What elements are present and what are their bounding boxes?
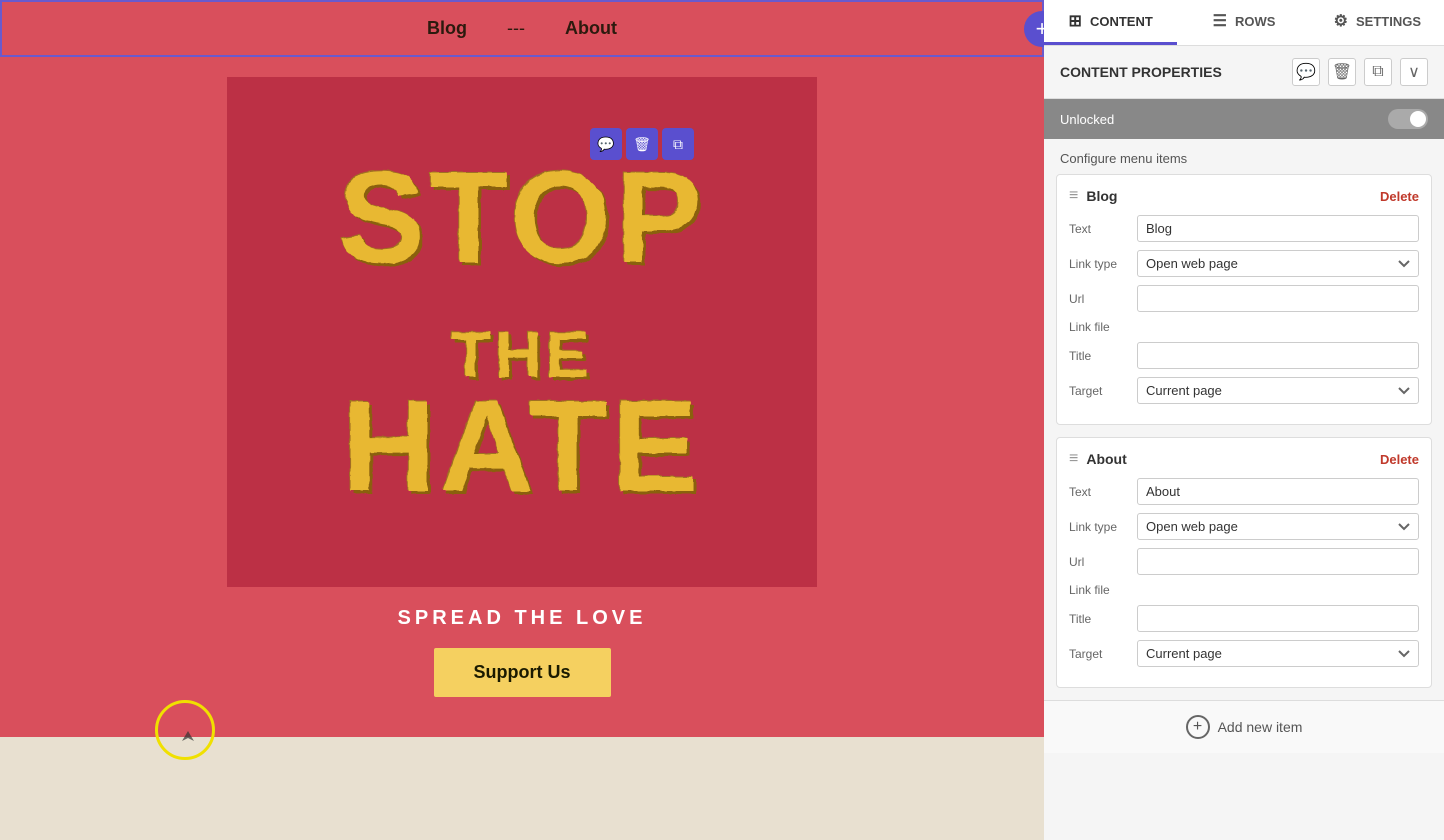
blog-target-label: Target bbox=[1069, 384, 1129, 398]
blog-title-row: Title bbox=[1069, 342, 1419, 369]
unlocked-row: Unlocked bbox=[1044, 99, 1444, 139]
nav-bar[interactable]: Blog --- About + bbox=[0, 0, 1044, 57]
cp-collapse-button[interactable]: ∨ bbox=[1400, 58, 1428, 86]
about-linktype-row: Link type Open web page Open email Open … bbox=[1069, 513, 1419, 540]
about-url-row: Url bbox=[1069, 548, 1419, 575]
spread-text: SPREAD THE LOVE bbox=[398, 607, 647, 630]
configure-label: Configure menu items bbox=[1044, 139, 1444, 174]
menu-item-about-header: ≡ About Delete bbox=[1069, 450, 1419, 468]
menu-item-blog-name: Blog bbox=[1086, 188, 1117, 204]
content-tab-icon: ⊞ bbox=[1069, 11, 1082, 31]
nav-add-button[interactable]: + bbox=[1024, 11, 1044, 47]
top-tabs: ⊞ CONTENT ☰ ROWS ⚙ SETTINGS bbox=[1044, 0, 1444, 46]
poster-stop: STOP bbox=[338, 144, 706, 290]
cp-copy-button[interactable]: ⧉ bbox=[1364, 58, 1392, 86]
nav-link-about[interactable]: About bbox=[565, 18, 617, 39]
blog-target-select[interactable]: Current page New tab bbox=[1137, 377, 1419, 404]
tab-rows[interactable]: ☰ ROWS bbox=[1177, 0, 1310, 45]
cp-comment-button[interactable]: 💬 bbox=[1292, 58, 1320, 86]
right-panel: ⊞ CONTENT ☰ ROWS ⚙ SETTINGS CONTENT PROP… bbox=[1044, 0, 1444, 840]
nav-link-blog[interactable]: Blog bbox=[427, 18, 467, 39]
blog-url-row: Url bbox=[1069, 285, 1419, 312]
drag-icon-blog[interactable]: ≡ bbox=[1069, 187, 1078, 205]
blog-target-row: Target Current page New tab bbox=[1069, 377, 1419, 404]
menu-item-about-name: About bbox=[1086, 451, 1126, 467]
unlocked-label: Unlocked bbox=[1060, 112, 1114, 127]
about-text-label: Text bbox=[1069, 485, 1129, 499]
tab-content-label: CONTENT bbox=[1090, 14, 1153, 29]
tab-rows-label: ROWS bbox=[1235, 14, 1275, 29]
main-content-section: STOP THE HATE SPREAD THE LOVE Support Us bbox=[0, 57, 1044, 737]
content-properties-title: CONTENT PROPERTIES bbox=[1060, 64, 1222, 80]
blog-title-input[interactable] bbox=[1137, 342, 1419, 369]
comment-button[interactable]: 💬 bbox=[590, 128, 622, 160]
blog-linktype-row: Link type Open web page Open email Open … bbox=[1069, 250, 1419, 277]
about-text-row: Text bbox=[1069, 478, 1419, 505]
blog-text-row: Text bbox=[1069, 215, 1419, 242]
about-title-input[interactable] bbox=[1137, 605, 1419, 632]
about-text-input[interactable] bbox=[1137, 478, 1419, 505]
copy-button[interactable]: ⧉ bbox=[662, 128, 694, 160]
nav-separator: --- bbox=[507, 18, 525, 39]
about-linktype-label: Link type bbox=[1069, 520, 1129, 534]
about-url-label: Url bbox=[1069, 555, 1129, 569]
tab-settings-label: SETTINGS bbox=[1356, 14, 1421, 29]
cp-actions: 💬 🗑 ⧉ ∨ bbox=[1292, 58, 1428, 86]
settings-tab-icon: ⚙ bbox=[1334, 11, 1348, 31]
blog-linktype-label: Link type bbox=[1069, 257, 1129, 271]
content-properties-header: CONTENT PROPERTIES 💬 🗑 ⧉ ∨ bbox=[1044, 46, 1444, 99]
add-circle-icon: + bbox=[1186, 715, 1210, 739]
blog-title-label: Title bbox=[1069, 349, 1129, 363]
panel-scroll[interactable]: ≡ Blog Delete Text Link type Open web pa… bbox=[1044, 174, 1444, 840]
poster-image: STOP THE HATE bbox=[227, 77, 817, 587]
tab-settings[interactable]: ⚙ SETTINGS bbox=[1311, 0, 1444, 45]
blog-text-input[interactable] bbox=[1137, 215, 1419, 242]
cp-delete-button[interactable]: 🗑 bbox=[1328, 58, 1356, 86]
about-url-input[interactable] bbox=[1137, 548, 1419, 575]
blog-text-label: Text bbox=[1069, 222, 1129, 236]
poster-hate: HATE bbox=[342, 373, 702, 519]
support-us-button[interactable]: Support Us bbox=[434, 648, 611, 697]
blog-linkfile-row: Link file bbox=[1069, 320, 1419, 334]
blog-linktype-select[interactable]: Open web page Open email Open phone bbox=[1137, 250, 1419, 277]
add-new-item-button[interactable]: + Add new item bbox=[1044, 700, 1444, 753]
about-title-label: Title bbox=[1069, 612, 1129, 626]
menu-item-blog-title: ≡ Blog bbox=[1069, 187, 1117, 205]
drag-icon-about[interactable]: ≡ bbox=[1069, 450, 1078, 468]
delete-blog-button[interactable]: Delete bbox=[1380, 189, 1419, 204]
canvas-area: Blog --- About + 💬 🗑 ⧉ bbox=[0, 0, 1044, 840]
menu-item-about-title: ≡ About bbox=[1069, 450, 1127, 468]
delete-button[interactable]: 🗑 bbox=[626, 128, 658, 160]
menu-item-about: ≡ About Delete Text Link type Open web p… bbox=[1056, 437, 1432, 688]
content-toolbar: 💬 🗑 ⧉ bbox=[590, 128, 694, 160]
about-target-select[interactable]: Current page New tab bbox=[1137, 640, 1419, 667]
about-title-row: Title bbox=[1069, 605, 1419, 632]
add-new-label: Add new item bbox=[1218, 719, 1303, 735]
rows-tab-icon: ☰ bbox=[1213, 11, 1227, 31]
blog-url-input[interactable] bbox=[1137, 285, 1419, 312]
about-linktype-select[interactable]: Open web page Open email Open phone bbox=[1137, 513, 1419, 540]
blog-url-label: Url bbox=[1069, 292, 1129, 306]
about-target-label: Target bbox=[1069, 647, 1129, 661]
about-linkfile-label: Link file bbox=[1069, 583, 1129, 597]
menu-item-blog: ≡ Blog Delete Text Link type Open web pa… bbox=[1056, 174, 1432, 425]
tab-content[interactable]: ⊞ CONTENT bbox=[1044, 0, 1177, 45]
about-linkfile-row: Link file bbox=[1069, 583, 1419, 597]
delete-about-button[interactable]: Delete bbox=[1380, 452, 1419, 467]
about-target-row: Target Current page New tab bbox=[1069, 640, 1419, 667]
menu-item-blog-header: ≡ Blog Delete bbox=[1069, 187, 1419, 205]
unlocked-toggle[interactable] bbox=[1388, 109, 1428, 129]
blog-linkfile-label: Link file bbox=[1069, 320, 1129, 334]
